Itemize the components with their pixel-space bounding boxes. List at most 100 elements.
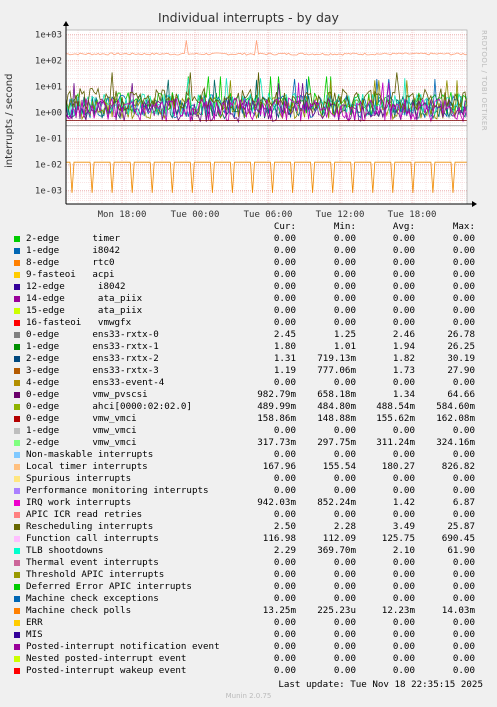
legend-label: Machine check polls bbox=[26, 605, 132, 616]
x-tick-label: Tue 12:00 bbox=[316, 210, 365, 220]
legend-label: 12-edge i8042 bbox=[26, 281, 126, 292]
legend-swatch bbox=[14, 596, 20, 602]
legend-label: 0-edge vmw_vmci bbox=[26, 413, 137, 424]
legend-label: Machine check exceptions bbox=[26, 593, 159, 604]
legend-max: 64.66 bbox=[447, 389, 475, 400]
legend-label: 0-edge ahci[0000:02:02.0] bbox=[26, 401, 192, 412]
legend-label: Non-maskable interrupts bbox=[26, 449, 154, 460]
legend-max: 0.00 bbox=[452, 653, 475, 664]
legend-swatch bbox=[14, 548, 20, 554]
legend-label: 8-edge rtc0 bbox=[26, 257, 115, 268]
legend-label: 2-edge timer bbox=[26, 233, 121, 244]
legend-max: 0.00 bbox=[452, 473, 475, 484]
chart-plot: 1e+03 1e+02 1e+01 1e+00 1e-01 1e-02 1e-03 Mon 1… bbox=[35, 21, 477, 220]
legend-max: 0.00 bbox=[452, 629, 475, 640]
legend-max: 0.00 bbox=[452, 377, 475, 388]
legend-label: 3-edge ens33-rxtx-3 bbox=[26, 365, 159, 376]
legend-label: 1-edge vmw_vmci bbox=[26, 425, 137, 436]
legend-swatch bbox=[14, 428, 20, 434]
legend-swatch bbox=[14, 320, 20, 326]
legend-max: 0.00 bbox=[452, 281, 475, 292]
legend-label: 2-edge ens33-rxtx-2 bbox=[26, 353, 159, 364]
legend-swatch bbox=[14, 560, 20, 566]
legend-swatch bbox=[14, 356, 20, 362]
legend-swatch bbox=[14, 608, 20, 614]
x-tick-label: Tue 06:00 bbox=[244, 210, 293, 220]
legend-max: 0.00 bbox=[452, 665, 475, 676]
legend-max: 0.00 bbox=[452, 485, 475, 496]
legend-label: ERR bbox=[26, 617, 43, 628]
legend-label: Rescheduling interrupts bbox=[26, 521, 154, 532]
y-tick-label: 1e+03 bbox=[35, 31, 62, 41]
legend-max: 27.90 bbox=[447, 365, 475, 376]
legend-swatch bbox=[14, 512, 20, 518]
legend-swatch bbox=[14, 260, 20, 266]
legend-max: 25.87 bbox=[447, 521, 475, 532]
legend-swatch bbox=[14, 272, 20, 278]
x-axis-arrow bbox=[472, 201, 477, 207]
legend-max: 0.00 bbox=[452, 269, 475, 280]
legend-max: 0.00 bbox=[452, 593, 475, 604]
legend-swatch bbox=[14, 332, 20, 338]
legend-label: Spurious interrupts bbox=[26, 473, 132, 484]
legend-swatch bbox=[14, 404, 20, 410]
legend-max: 26.78 bbox=[447, 329, 475, 340]
legend-swatch bbox=[14, 632, 20, 638]
legend-label: IRQ work interrupts bbox=[26, 497, 132, 508]
legend-label: 1-edge i8042 bbox=[26, 245, 121, 256]
legend-max: 0.00 bbox=[452, 245, 475, 256]
legend-max: 0.00 bbox=[452, 617, 475, 628]
x-tick-label: Tue 00:00 bbox=[171, 210, 220, 220]
y-tick-label: 1e-02 bbox=[35, 160, 62, 170]
legend-swatch bbox=[14, 284, 20, 290]
legend-label: Nested posted-interrupt event bbox=[26, 653, 187, 664]
last-update: Last update: Tue Nov 18 22:35:15 2025 bbox=[278, 679, 483, 690]
legend-label: Posted-interrupt notification event bbox=[26, 641, 220, 652]
legend-label: MIS bbox=[26, 629, 43, 640]
legend-swatch bbox=[14, 488, 20, 494]
legend-label: Performance monitoring interrupts bbox=[26, 485, 209, 496]
y-tick-label: 1e+00 bbox=[35, 108, 62, 118]
legend-label: TLB shootdowns bbox=[26, 545, 104, 556]
legend-swatch bbox=[14, 380, 20, 386]
legend-max: 0.00 bbox=[452, 293, 475, 304]
legend-max: 162.08m bbox=[436, 413, 475, 424]
legend-swatch bbox=[14, 416, 20, 422]
legend-label: 0-edge ens33-rxtx-0 bbox=[26, 329, 159, 340]
legend-swatch bbox=[14, 308, 20, 314]
legend-swatch bbox=[14, 248, 20, 254]
legend-label: 2-edge vmw_vmci bbox=[26, 437, 137, 448]
legend-label: 15-edge ata_piix bbox=[26, 305, 143, 316]
legend-swatch bbox=[14, 236, 20, 242]
legend-swatch bbox=[14, 392, 20, 398]
legend-swatch bbox=[14, 476, 20, 482]
legend-max: 0.00 bbox=[452, 317, 475, 328]
legend-swatch bbox=[14, 500, 20, 506]
legend-swatch bbox=[14, 572, 20, 578]
legend-swatch bbox=[14, 584, 20, 590]
legend-swatch bbox=[14, 440, 20, 446]
legend-swatch bbox=[14, 452, 20, 458]
legend-label: 4-edge ens33-event-4 bbox=[26, 377, 165, 388]
legend-max: 0.00 bbox=[452, 305, 475, 316]
legend-swatch bbox=[14, 620, 20, 626]
legend-max: 0.00 bbox=[452, 557, 475, 568]
legend-swatch bbox=[14, 464, 20, 470]
legend-max: 0.00 bbox=[452, 581, 475, 592]
legend-swatch bbox=[14, 644, 20, 650]
legend-label: 9-fasteoi acpi bbox=[26, 269, 115, 280]
legend-max: 0.00 bbox=[452, 425, 475, 436]
legend-label: Deferred Error APIC interrupts bbox=[26, 581, 192, 592]
legend-swatch bbox=[14, 368, 20, 374]
legend-swatch bbox=[14, 536, 20, 542]
legend-swatch bbox=[14, 296, 20, 302]
legend-max: 14.03m bbox=[441, 605, 475, 616]
legend-label: 14-edge ata_piix bbox=[26, 293, 143, 304]
legend-swatch bbox=[14, 524, 20, 530]
legend-max: 0.00 bbox=[452, 641, 475, 652]
legend-label: Local timer interrupts bbox=[26, 461, 148, 472]
y-tick-label: 1e-01 bbox=[35, 134, 62, 144]
legend-label: Threshold APIC interrupts bbox=[26, 569, 165, 580]
legend-label: APIC ICR read retries bbox=[26, 509, 143, 520]
legend-max: 584.60m bbox=[436, 401, 475, 412]
